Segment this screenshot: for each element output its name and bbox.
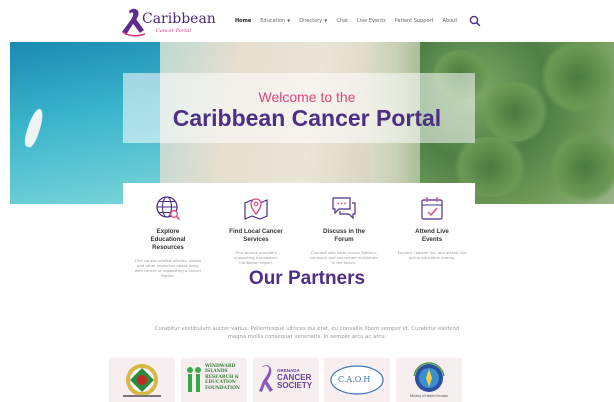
nav-home[interactable]: Home <box>235 18 251 24</box>
partners-title: Our Partners <box>248 268 366 289</box>
feature-title: Discuss in the Forum <box>323 228 365 243</box>
nav-chat[interactable]: Chat <box>336 18 348 24</box>
partner-name: Ministry of Health Grenada <box>410 394 448 398</box>
main-nav: Home Education ▼ Directory ▼ Chat Live Eve… <box>235 18 466 24</box>
logo-title: Caribbean <box>142 11 216 27</box>
partners-description: Curabitur vestibulum auctor varius. Pell… <box>154 326 460 340</box>
feature-forum[interactable]: Discuss in the Forum Connect with local … <box>304 194 384 265</box>
partner-caoh[interactable]: C.A.O.H <box>324 358 390 402</box>
partner-name: C.A.O.H <box>338 375 371 384</box>
partner-windward-islands[interactable]: WINDWARD ISLANDS RESEARCH & EDUCATION FO… <box>181 358 247 402</box>
nav-education[interactable]: Education ▼ <box>260 18 290 24</box>
chevron-down-icon: ▼ <box>287 18 291 23</box>
nav-patient-support-label: Patient Support <box>394 18 434 24</box>
ribbon-icon <box>259 365 273 392</box>
site-header: Caribbean Cancer Portal Home Education ▼ … <box>0 0 614 42</box>
feature-local-services[interactable]: Find Local Cancer Services Find service … <box>216 194 296 265</box>
search-icon[interactable] <box>469 15 481 27</box>
globe-search-icon <box>156 196 181 221</box>
chevron-down-icon: ▼ <box>324 18 328 23</box>
partner-ministry-of-health[interactable]: Ministry of Health Grenada <box>396 358 462 402</box>
nav-education-label: Education <box>260 18 286 24</box>
feature-educational-resources[interactable]: Explore Educational Resources Find cance… <box>128 194 208 278</box>
nav-about[interactable]: About <box>443 18 458 24</box>
feature-title: Find Local Cancer Services <box>229 228 283 243</box>
feature-desc: Explore, register for, and attend live o… <box>397 250 467 260</box>
partner-name: WINDWARD ISLANDS RESEARCH & EDUCATION FO… <box>205 364 240 391</box>
partner-grenada-cancer-society[interactable]: GRENADA CANCER SOCIETY <box>253 358 319 402</box>
feature-live-events[interactable]: Attend Live Events Explore, register for… <box>392 194 472 260</box>
nav-live-events[interactable]: Live Events <box>357 18 386 24</box>
partner-name-line2: CANCER SOCIETY <box>277 373 313 390</box>
map-pin-icon <box>244 198 268 220</box>
nav-home-label: Home <box>235 18 252 24</box>
feature-desc: Find service providers supporting the ea… <box>234 250 278 265</box>
nav-directory[interactable]: Directory ▼ <box>299 18 327 24</box>
logo-subtitle: Cancer Portal <box>156 28 191 34</box>
partner-figures-icon <box>187 367 201 392</box>
chat-bubbles-icon <box>332 197 356 220</box>
feature-title: Attend Live Events <box>415 228 449 243</box>
nav-patient-support[interactable]: Patient Support <box>395 18 434 24</box>
calendar-check-icon <box>421 197 443 220</box>
hero-welcome: Welcome to the <box>258 89 356 105</box>
feature-title: Explore Educational Resources <box>150 228 186 251</box>
feature-desc: Connect with local cancer fighters, surv… <box>309 250 379 265</box>
hero-title: Caribbean Cancer Portal <box>172 105 442 131</box>
partner-logo-1[interactable] <box>109 358 175 402</box>
nav-live-events-label: Live Events <box>357 18 386 24</box>
nav-chat-label: Chat <box>336 18 349 24</box>
site-logo[interactable]: Caribbean Cancer Portal <box>120 8 230 37</box>
nav-directory-label: Directory <box>299 18 323 24</box>
partner-emblem-icon <box>123 364 161 397</box>
palm-tree <box>550 132 614 202</box>
nav-about-label: About <box>442 18 458 24</box>
